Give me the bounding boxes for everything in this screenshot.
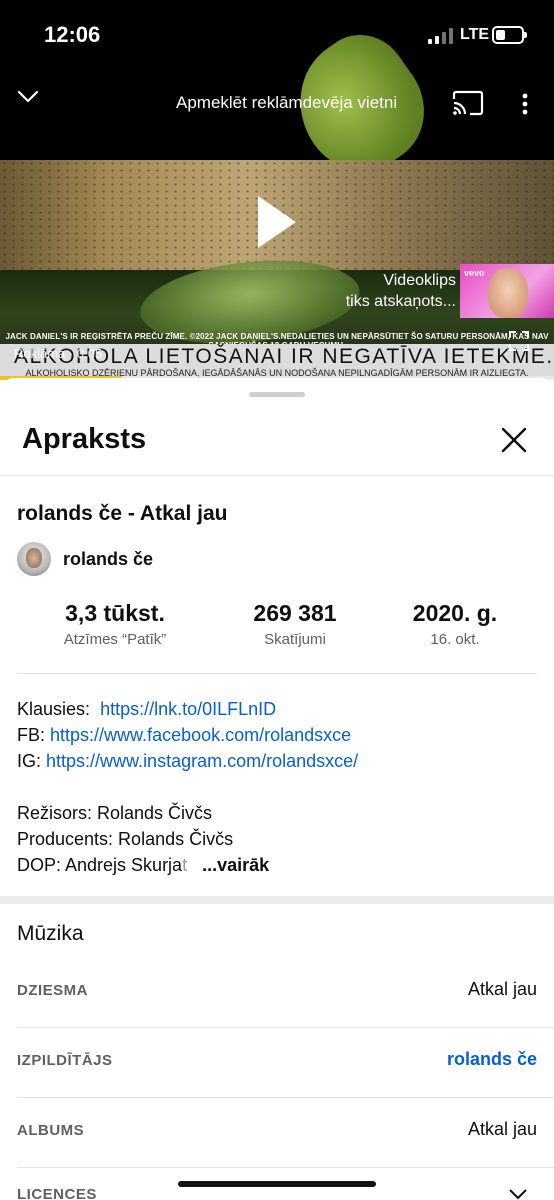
show-more-link[interactable]: ...vairāk bbox=[202, 855, 269, 875]
cellular-signal-icon bbox=[428, 28, 454, 44]
description-sheet: Apraksts rolands če - Atkal jau rolands … bbox=[0, 378, 554, 1200]
facebook-link[interactable]: https://www.facebook.com/rolandsxce bbox=[50, 725, 351, 745]
dop-text-faded: t bbox=[182, 855, 188, 875]
description-line: Klausies: https://lnk.to/0ILFLnID bbox=[17, 696, 537, 722]
artist-link[interactable]: rolands če bbox=[447, 1049, 537, 1070]
music-row-album: ALBUMS Atkal jau bbox=[0, 1098, 554, 1168]
song-value: Atkal jau bbox=[467, 979, 537, 999]
music-row-artist: IZPILDĪTĀJS rolands če bbox=[0, 1028, 554, 1098]
publish-year: 2020. g. bbox=[412, 600, 498, 626]
cast-icon[interactable] bbox=[452, 90, 484, 116]
views-stat: 269 381 Skatījumi bbox=[220, 600, 370, 648]
listen-label: Klausies: bbox=[17, 699, 91, 719]
up-next-thumbnail[interactable]: vevo bbox=[460, 264, 554, 318]
battery-icon bbox=[492, 26, 527, 44]
ad-timer: Reklāma · 0:05 bbox=[14, 346, 103, 361]
dop-text: DOP: Andrejs Skurja bbox=[17, 855, 183, 875]
publish-date: 16. okt. bbox=[430, 631, 480, 648]
video-title: rolands če - Atkal jau bbox=[17, 502, 228, 525]
avatar[interactable] bbox=[17, 542, 51, 576]
listen-link[interactable]: https://lnk.to/0ILFLnID bbox=[100, 699, 276, 719]
status-time: 12:06 bbox=[44, 22, 101, 47]
home-indicator[interactable] bbox=[178, 1181, 376, 1187]
up-next-text: Videoklips tiks atskaņots... bbox=[326, 270, 456, 312]
song-key: DZIESMA bbox=[17, 982, 88, 999]
header-divider bbox=[0, 475, 554, 476]
ig-label: IG: bbox=[17, 751, 42, 771]
date-stat: 2020. g. 16. okt. bbox=[380, 600, 530, 648]
sheet-title: Apraksts bbox=[22, 423, 147, 455]
up-next-line1: Videoklips bbox=[383, 272, 456, 289]
likes-stat: 3,3 tūkst. Atzīmes “Patīk” bbox=[40, 600, 190, 648]
music-row-song: DZIESMA Atkal jau bbox=[0, 958, 554, 1028]
sheet-drag-handle[interactable] bbox=[249, 392, 305, 397]
album-value: Atkal jau bbox=[467, 1119, 537, 1139]
more-options-icon[interactable] bbox=[514, 90, 536, 118]
visit-advertiser-link[interactable]: Apmeklēt reklāmdevēja vietni bbox=[176, 93, 397, 113]
music-heading: Mūzika bbox=[17, 922, 84, 945]
description-text: Klausies: https://lnk.to/0ILFLnID FB: ht… bbox=[17, 696, 537, 878]
up-next-line2: tiks atskaņots... bbox=[345, 293, 456, 310]
album-key: ALBUMS bbox=[17, 1122, 85, 1139]
likes-count: 3,3 tūkst. bbox=[65, 600, 165, 626]
channel-name[interactable]: rolands če bbox=[63, 549, 153, 570]
fullscreen-icon[interactable] bbox=[508, 330, 530, 352]
instagram-link[interactable]: https://www.instagram.com/rolandsxce/ bbox=[46, 751, 358, 771]
up-next-card[interactable]: Videoklips tiks atskaņots... vevo bbox=[326, 264, 554, 318]
artist-key: IZPILDĪTĀJS bbox=[17, 1052, 113, 1069]
chevron-down-icon[interactable] bbox=[508, 1188, 528, 1200]
up-next-thumbnail-face bbox=[488, 268, 528, 318]
play-icon[interactable] bbox=[254, 192, 300, 252]
minimize-chevron-down-icon[interactable] bbox=[14, 82, 42, 110]
close-icon[interactable] bbox=[500, 426, 528, 454]
director-line: Režisors: Rolands Čivčs bbox=[17, 803, 213, 823]
stats-divider bbox=[17, 673, 537, 674]
description-line: IG: https://www.instagram.com/rolandsxce… bbox=[17, 748, 537, 774]
video-stats: 3,3 tūkst. Atzīmes “Patīk” 269 381 Skatī… bbox=[0, 600, 554, 660]
views-count: 269 381 bbox=[253, 600, 337, 626]
video-player[interactable]: 12:06 LTE Apmeklēt reklāmdevēja vietni V… bbox=[0, 0, 554, 380]
row-divider bbox=[17, 1167, 554, 1168]
likes-label: Atzīmes “Patīk” bbox=[63, 631, 167, 648]
producer-line: Producents: Rolands Čivčs bbox=[17, 829, 234, 849]
status-bar: 12:06 LTE bbox=[0, 0, 554, 70]
fb-label: FB: bbox=[17, 725, 46, 745]
licences-key[interactable]: LICENCES bbox=[17, 1186, 97, 1200]
description-line: FB: https://www.facebook.com/rolandsxce bbox=[17, 722, 537, 748]
views-label: Skatījumi bbox=[264, 631, 326, 648]
section-separator bbox=[0, 896, 554, 904]
dop-line: DOP: Andrejs Skurjat ...vairāk bbox=[17, 852, 537, 878]
vevo-badge: vevo bbox=[464, 268, 485, 278]
network-type: LTE bbox=[460, 26, 490, 43]
